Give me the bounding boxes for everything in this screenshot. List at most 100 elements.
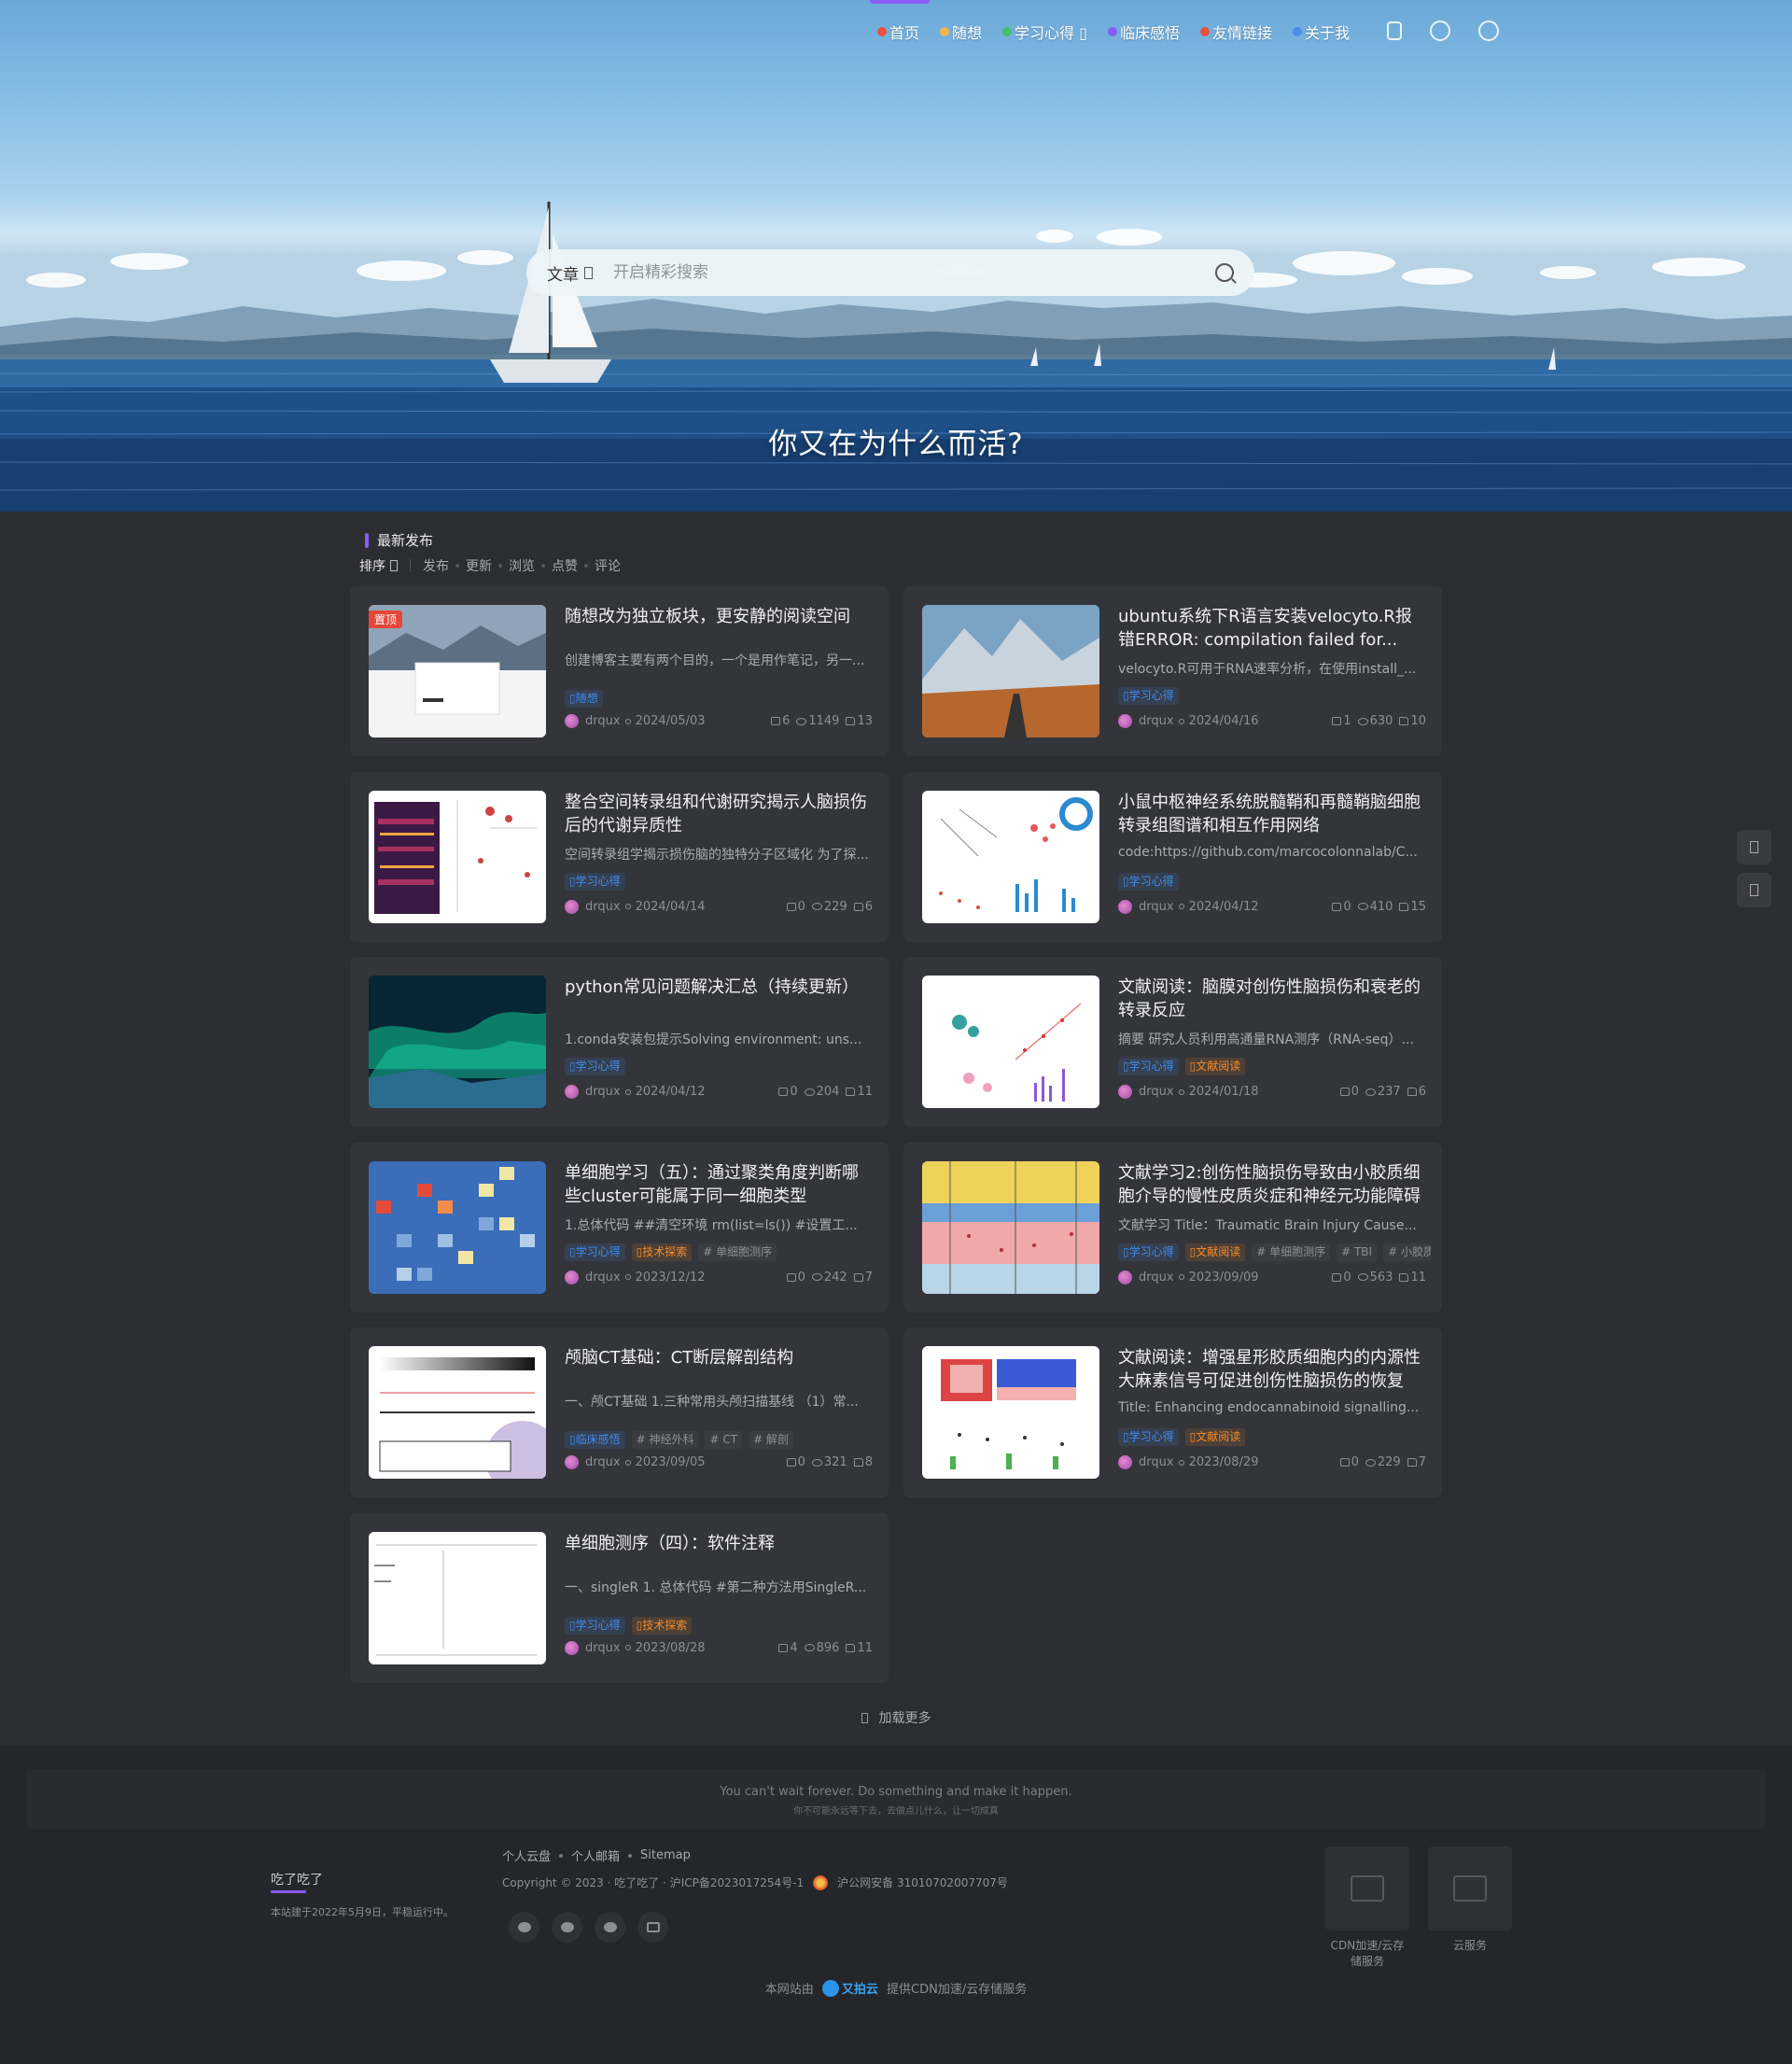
post-title[interactable]: 单细胞学习（五）：通过聚类角度判断哪些cluster可能属于同一细胞类型 bbox=[565, 1161, 873, 1208]
post-card[interactable]: 单细胞测序（四）：软件注释 一、singleR 1. 总体代码 #第二种方法用Si… bbox=[350, 1512, 889, 1683]
nav-item-3[interactable]: 临床感悟 bbox=[1107, 21, 1180, 43]
post-thumbnail[interactable] bbox=[369, 976, 546, 1108]
post-tag[interactable]: ▯学习心得 bbox=[1118, 1243, 1179, 1261]
avatar[interactable] bbox=[1118, 1270, 1132, 1285]
post-thumbnail[interactable] bbox=[922, 1346, 1099, 1479]
post-thumbnail[interactable] bbox=[922, 976, 1099, 1108]
post-tag[interactable]: # 单细胞测序 bbox=[1252, 1243, 1331, 1261]
post-tag[interactable]: ▯学习心得 bbox=[1118, 687, 1179, 705]
sort-label[interactable]: 排序 bbox=[359, 556, 398, 575]
post-title[interactable]: 文献学习2:创伤性脑损伤导致由小胶质细胞介导的慢性皮质炎症和神经元功能障碍 bbox=[1118, 1161, 1426, 1208]
post-title[interactable]: 整合空间转录组和代谢研究揭示人脑损伤后的代谢异质性 bbox=[565, 791, 873, 837]
post-tag[interactable]: # 神经外科 bbox=[631, 1431, 699, 1449]
post-tag[interactable]: # CT bbox=[705, 1431, 743, 1449]
post-author[interactable]: drqux bbox=[1139, 1271, 1174, 1285]
post-tag[interactable]: ▯技术探索 bbox=[631, 1616, 693, 1635]
post-title[interactable]: 颅脑CT基础：CT断层解剖结构 bbox=[565, 1346, 873, 1369]
post-thumbnail[interactable] bbox=[922, 1160, 1099, 1294]
police-record-text[interactable]: 沪公网安备 31010702007707号 bbox=[837, 1874, 1008, 1890]
post-tag[interactable]: ▯随想 bbox=[565, 690, 603, 708]
post-card[interactable]: 置顶 随想改为独立板块，更安静的阅读空间 创建博客主要有两个目的，一个是用作笔记，另… bbox=[350, 586, 889, 756]
post-title[interactable]: ubuntu系统下R语言安装velocyto.R报错ERROR: compila… bbox=[1118, 605, 1426, 652]
post-card[interactable]: 单细胞学习（五）：通过聚类角度判断哪些cluster可能属于同一细胞类型 1.总体… bbox=[350, 1142, 889, 1313]
avatar[interactable] bbox=[1118, 1455, 1132, 1469]
search-icon[interactable] bbox=[1215, 263, 1234, 282]
post-title[interactable]: 文献阅读：增强星形胶质细胞内的内源性大麻素信号可促进创伤性脑损伤的恢复 bbox=[1118, 1346, 1426, 1393]
post-tag[interactable]: ▯学习心得 bbox=[1118, 1428, 1179, 1446]
post-title[interactable]: 小鼠中枢神经系统脱髓鞘和再髓鞘脑细胞转录组图谱和相互作用网络 bbox=[1118, 791, 1426, 837]
nav-item-2[interactable]: 学习心得 ▯ bbox=[1002, 21, 1087, 43]
footer-link-cloud[interactable]: 个人云盘 bbox=[502, 1846, 551, 1864]
post-tag[interactable]: ▯技术探索 bbox=[631, 1243, 693, 1261]
post-tag[interactable]: ▯文献阅读 bbox=[1184, 1428, 1246, 1446]
search-category-dropdown[interactable]: 文章 bbox=[547, 261, 593, 285]
post-card[interactable]: 整合空间转录组和代谢研究揭示人脑损伤后的代谢异质性 空间转录组学揭示损伤脑的独特分… bbox=[350, 771, 889, 942]
post-author[interactable]: drqux bbox=[1139, 900, 1174, 914]
post-author[interactable]: drqux bbox=[585, 1085, 621, 1099]
post-author[interactable]: drqux bbox=[585, 900, 621, 914]
bulb-icon[interactable] bbox=[1430, 21, 1450, 41]
post-title[interactable]: 单细胞测序（四）：软件注释 bbox=[565, 1532, 873, 1555]
avatar[interactable] bbox=[1118, 899, 1132, 914]
nav-item-4[interactable]: 友情链接 bbox=[1199, 21, 1272, 43]
load-more-button[interactable]: 加载更多 bbox=[0, 1708, 1792, 1727]
avatar[interactable] bbox=[1118, 714, 1132, 728]
post-tag[interactable]: # 解剖 bbox=[749, 1431, 793, 1449]
sort-option[interactable]: 点赞 bbox=[552, 556, 578, 575]
float-settings-button[interactable] bbox=[1737, 873, 1771, 907]
avatar[interactable] bbox=[1118, 1085, 1132, 1099]
post-card[interactable]: python常见问题解决汇总（持续更新） 1.conda安装包提示Solving … bbox=[350, 957, 889, 1127]
sort-option[interactable]: 浏览 bbox=[509, 556, 535, 575]
post-tag[interactable]: # 单细胞测序 bbox=[698, 1243, 777, 1261]
post-author[interactable]: drqux bbox=[585, 1455, 621, 1469]
avatar[interactable] bbox=[565, 714, 579, 728]
post-author[interactable]: drqux bbox=[1139, 714, 1174, 728]
upyun-link[interactable]: 又拍云 bbox=[821, 1980, 878, 1997]
post-thumbnail[interactable] bbox=[369, 1346, 546, 1479]
post-card[interactable]: 文献阅读：增强星形胶质细胞内的内源性大麻素信号可促进创伤性脑损伤的恢复 Title… bbox=[903, 1327, 1442, 1497]
theme-toggle-icon[interactable] bbox=[1387, 21, 1402, 40]
post-thumbnail[interactable] bbox=[922, 790, 1099, 923]
nav-search-icon[interactable] bbox=[1478, 21, 1499, 41]
nav-item-0[interactable]: 首页 bbox=[877, 21, 919, 43]
search-input[interactable] bbox=[613, 263, 1215, 282]
post-title[interactable]: 随想改为独立板块，更安静的阅读空间 bbox=[565, 605, 873, 628]
post-title[interactable]: python常见问题解决汇总（持续更新） bbox=[565, 976, 873, 999]
post-author[interactable]: drqux bbox=[1139, 1455, 1174, 1469]
post-tag[interactable]: # TBI bbox=[1337, 1243, 1378, 1261]
post-card[interactable]: 文献阅读：脑膜对创伤性脑损伤和衰老的转录反应 摘要 研究人员利用高通量RNA测序（… bbox=[903, 957, 1442, 1127]
nav-item-5[interactable]: 关于我 bbox=[1292, 21, 1350, 43]
post-thumbnail[interactable] bbox=[369, 1531, 546, 1664]
post-tag[interactable]: ▯学习心得 bbox=[1118, 872, 1179, 891]
post-tag[interactable]: ▯文献阅读 bbox=[1184, 1243, 1246, 1261]
post-card[interactable]: 颅脑CT基础：CT断层解剖结构 一、颅CT基础 1.三种常用头颅扫描基线 （1）常… bbox=[350, 1327, 889, 1497]
post-tag[interactable]: # 小胶质 bbox=[1383, 1243, 1431, 1261]
weibo-icon[interactable] bbox=[595, 1912, 625, 1943]
post-tag[interactable]: ▯临床感悟 bbox=[565, 1431, 625, 1449]
float-theme-button[interactable] bbox=[1737, 830, 1771, 864]
post-tag[interactable]: ▯文献阅读 bbox=[1184, 1058, 1246, 1075]
post-tag[interactable]: ▯学习心得 bbox=[565, 872, 625, 891]
post-tag[interactable]: ▯学习心得 bbox=[1118, 1058, 1179, 1075]
post-thumbnail[interactable] bbox=[369, 790, 546, 923]
avatar[interactable] bbox=[565, 1270, 579, 1285]
post-card[interactable]: 文献学习2:创伤性脑损伤导致由小胶质细胞介导的慢性皮质炎症和神经元功能障碍 文献学… bbox=[903, 1142, 1442, 1313]
post-thumbnail[interactable]: 置顶 bbox=[369, 605, 546, 737]
mail-icon[interactable] bbox=[637, 1912, 668, 1943]
post-author[interactable]: drqux bbox=[585, 1271, 621, 1285]
copyright-text[interactable]: Copyright © 2023 · 吃了吃了 · 沪ICP备202301725… bbox=[502, 1874, 804, 1890]
sort-option[interactable]: 更新 bbox=[466, 556, 492, 575]
post-tag[interactable]: ▯学习心得 bbox=[565, 1058, 625, 1075]
avatar[interactable] bbox=[565, 1085, 579, 1099]
post-card[interactable]: ubuntu系统下R语言安装velocyto.R报错ERROR: compila… bbox=[903, 586, 1442, 756]
avatar[interactable] bbox=[565, 1455, 579, 1469]
footer-link-mail[interactable]: 个人邮箱 bbox=[571, 1846, 620, 1864]
post-author[interactable]: drqux bbox=[585, 1641, 621, 1655]
post-author[interactable]: drqux bbox=[585, 714, 621, 728]
post-author[interactable]: drqux bbox=[1139, 1085, 1174, 1099]
avatar[interactable] bbox=[565, 899, 579, 914]
post-tag[interactable]: ▯学习心得 bbox=[565, 1243, 625, 1261]
sort-option[interactable]: 评论 bbox=[595, 556, 621, 575]
wechat-icon[interactable] bbox=[509, 1912, 539, 1943]
nav-item-1[interactable]: 随想 bbox=[940, 21, 982, 43]
